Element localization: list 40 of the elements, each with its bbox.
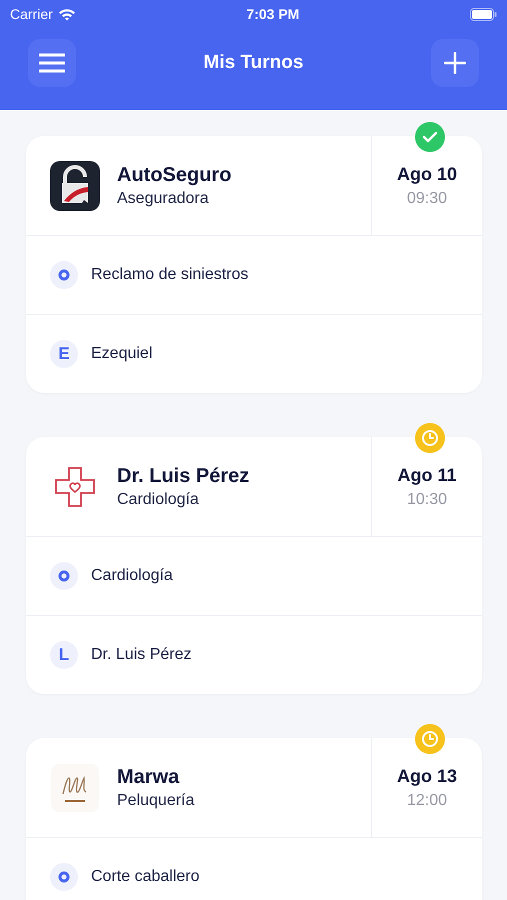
provider-name: AutoSeguro <box>117 164 232 186</box>
clock-icon <box>421 429 439 447</box>
add-button[interactable] <box>431 39 479 87</box>
appointment-date: Ago 11 <box>397 464 457 486</box>
provider-name: Marwa <box>117 766 180 788</box>
service-icon <box>50 863 78 891</box>
battery-icon <box>470 8 497 20</box>
medical-cross-logo-icon <box>53 466 97 508</box>
provider-category: Cardiología <box>117 490 200 508</box>
service-icon <box>50 562 78 590</box>
service-name: Cardiología <box>91 567 173 585</box>
person-name: Dr. Luis Pérez <box>91 646 192 664</box>
appointment-card[interactable]: Marwa Peluquería Ago 13 12:00 Corte caballero <box>26 738 482 900</box>
menu-icon <box>39 53 65 73</box>
plus-icon <box>444 52 466 74</box>
appointment-card[interactable]: Dr. Luis Pérez Cardiología Ago 11 10:30 Cardiología L Dr. Luis Pérez <box>26 437 482 694</box>
person-name: Ezequiel <box>91 345 152 363</box>
appointment-date: Ago 10 <box>396 164 457 184</box>
service-name: Reclamo de siniestros <box>91 266 248 284</box>
service-icon <box>50 261 78 289</box>
menu-button[interactable] <box>28 39 76 87</box>
clock-icon <box>421 730 439 748</box>
carrier-label: Carrier <box>10 6 53 22</box>
appointment-date: Ago 13 <box>396 766 457 786</box>
appointment-time: 12:00 <box>406 792 448 810</box>
person-initial: E <box>50 340 78 368</box>
screen-title: Mis Turnos <box>204 52 304 74</box>
appointment-card[interactable]: AutoSeguro Aseguradora Ago 10 09:30 Reclamo de siniestros E Ezequiel <box>26 136 482 393</box>
appointment-time: 10:30 <box>406 490 448 508</box>
script-logo-icon <box>51 764 99 812</box>
provider-name: Dr. Luis Pérez <box>117 464 250 488</box>
provider-category: Peluquería <box>117 792 194 810</box>
service-name: Corte caballero <box>91 868 200 886</box>
wifi-icon <box>58 8 76 20</box>
person-initial: L <box>50 641 78 669</box>
provider-category: Aseguradora <box>117 190 210 208</box>
clock-time: 7:03 PM <box>246 6 300 22</box>
lock-road-logo-icon <box>50 160 100 210</box>
check-icon <box>422 131 438 143</box>
appointment-time: 09:30 <box>406 190 448 208</box>
